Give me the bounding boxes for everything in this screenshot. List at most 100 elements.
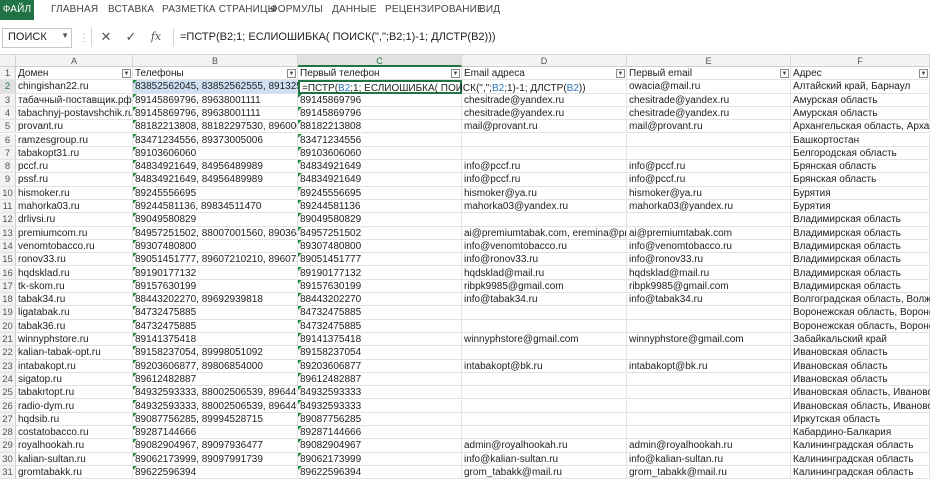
cell-a[interactable]: chingishan22.ru (16, 80, 133, 94)
cell-c[interactable]: 84834921649 (298, 160, 462, 174)
cell-e[interactable]: chesitrade@yandex.ru (627, 106, 791, 121)
cell-d[interactable]: chesitrade@yandex.ru (462, 106, 627, 121)
cell-c[interactable]: 84932593333 (298, 386, 462, 400)
cell-f[interactable]: Владимирская область (791, 239, 930, 254)
cell-a[interactable]: tabachnyj-postavshchik.ru (16, 106, 133, 121)
cell-d[interactable] (462, 133, 627, 147)
cell-e[interactable] (627, 386, 791, 400)
cell-a[interactable]: tabak36.ru (16, 319, 133, 333)
cell-e[interactable]: hismoker@ya.ru (627, 186, 791, 200)
cell-b[interactable]: 89612482887 (133, 372, 298, 387)
cell-f[interactable]: Владимирская область (791, 266, 930, 280)
cell-f[interactable]: Ивановская область (791, 346, 930, 360)
cell-d[interactable]: mail@provant.ru (462, 120, 627, 134)
cell-d[interactable] (462, 319, 627, 333)
cell-e[interactable]: hqdsklad@mail.ru (627, 266, 791, 280)
cell-a[interactable]: pccf.ru (16, 160, 133, 174)
cell-d[interactable]: chesitrade@yandex.ru (462, 93, 627, 107)
insert-function-icon[interactable]: fx (146, 27, 166, 47)
cell-c[interactable]: 89087756285 (298, 412, 462, 427)
ribbon-tab-4[interactable]: РАЗМЕТКА СТРАНИЦЫ (162, 0, 277, 20)
cell-f[interactable]: Калининградская область (791, 466, 930, 480)
cell-d[interactable] (462, 346, 627, 360)
cell-f[interactable]: Ивановская область (791, 359, 930, 373)
cell-c[interactable]: 89145869796 (298, 93, 462, 107)
cell-e[interactable]: ribpk9985@gmail.com (627, 279, 791, 294)
cell-c[interactable]: 89622596394 (298, 466, 462, 480)
cell-a[interactable]: costatobacco.ru (16, 426, 133, 440)
cell-e[interactable] (627, 372, 791, 387)
cell-c[interactable]: 89244581136 (298, 200, 462, 214)
cell-c[interactable]: 84834921649 (298, 173, 462, 187)
ribbon-tab-2[interactable]: ГЛАВНАЯ (51, 0, 98, 20)
cell-f[interactable]: Владимирская область (791, 226, 930, 240)
row-header[interactable]: 16 (0, 266, 16, 280)
select-all-corner[interactable] (0, 55, 16, 67)
cell-e[interactable]: info@tabak34.ru (627, 293, 791, 307)
cell-e[interactable] (627, 146, 791, 161)
row-header[interactable]: 18 (0, 293, 16, 307)
row-header[interactable]: 20 (0, 319, 16, 333)
cell-a[interactable]: provant.ru (16, 120, 133, 134)
header-cell-c[interactable]: Первый телефон ▼ (298, 67, 462, 81)
cell-b[interactable]: 84732475885 (133, 306, 298, 320)
filter-dropdown-icon[interactable]: ▼ (780, 69, 789, 78)
row-header[interactable]: 15 (0, 253, 16, 267)
row-header[interactable]: 10 (0, 186, 16, 200)
cell-d[interactable] (462, 306, 627, 320)
cell-f[interactable]: Волгоградская область, Волжский (791, 293, 930, 307)
row-header[interactable]: 3 (0, 93, 16, 107)
cell-e[interactable]: admin@royalhookah.ru (627, 439, 791, 453)
cancel-icon[interactable]: ✕ (96, 27, 116, 47)
cell-b[interactable]: 83852562045, 83852562555, 89132507589 (133, 80, 330, 94)
row-header[interactable]: 19 (0, 306, 16, 320)
cell-c[interactable]: 84957251502 (298, 226, 462, 240)
column-header-b[interactable]: B (133, 55, 298, 67)
cell-e[interactable] (627, 213, 791, 227)
row-header[interactable]: 11 (0, 200, 16, 214)
cell-b[interactable]: 89203606877, 89806854000 (133, 359, 298, 373)
cell-b[interactable]: 84932593333, 88002506539, 89644975575 (133, 399, 298, 413)
cell-a[interactable]: hismoker.ru (16, 186, 133, 200)
cell-e[interactable]: info@pccf.ru (627, 160, 791, 174)
cell-f[interactable]: Иркутская область (791, 412, 930, 427)
cell-e[interactable]: chesitrade@yandex.ru (627, 93, 791, 107)
column-header-d[interactable]: D (462, 55, 627, 67)
row-header[interactable]: 6 (0, 133, 16, 147)
column-header-c[interactable]: C (298, 55, 462, 67)
cell-b[interactable]: 84834921649, 84956489989 (133, 160, 298, 174)
cell-c[interactable]: 88182213808 (298, 120, 462, 134)
cell-e[interactable]: info@kalian-sultan.ru (627, 452, 791, 466)
cell-a[interactable]: ligatabak.ru (16, 306, 133, 320)
cell-c[interactable]: 89157630199 (298, 279, 462, 294)
cell-b[interactable]: 89141375418 (133, 333, 298, 347)
cell-f[interactable]: Белгородская область (791, 146, 930, 161)
cell-f[interactable]: Бурятия (791, 186, 930, 200)
filter-dropdown-icon[interactable]: ▼ (616, 69, 625, 78)
cell-c[interactable]: 89049580829 (298, 213, 462, 227)
cell-b[interactable]: 89049580829 (133, 213, 298, 227)
name-box[interactable]: ПОИСК ▼ (2, 28, 72, 48)
cell-b[interactable]: 83471234556, 89373005006 (133, 133, 298, 147)
cell-c[interactable]: 89245556695 (298, 186, 462, 200)
cell-d[interactable]: hismoker@ya.ru (462, 186, 627, 200)
cell-d[interactable] (462, 399, 627, 413)
cell-b[interactable]: 89145869796, 89638001111 (133, 93, 298, 107)
cell-a[interactable]: mahorka03.ru (16, 200, 133, 214)
cell-b[interactable]: 89051451777, 89607210210, 89607288886 (133, 253, 298, 267)
cell-a[interactable]: radio-dym.ru (16, 399, 133, 413)
cell-a[interactable]: ronov33.ru (16, 253, 133, 267)
cell-d[interactable]: hqdsklad@mail.ru (462, 266, 627, 280)
cell-d[interactable] (462, 372, 627, 387)
row-header[interactable]: 2 (0, 80, 16, 94)
cell-d[interactable]: info@pccf.ru (462, 160, 627, 174)
cell-b[interactable]: 89307480800 (133, 239, 298, 254)
cell-f[interactable]: Башкортостан (791, 133, 930, 147)
cell-c[interactable]: 89158237054 (298, 346, 462, 360)
cell-a[interactable]: kalian-tabak-opt.ru (16, 346, 133, 360)
cell-b[interactable]: 89158237054, 89998051092 (133, 346, 298, 360)
ribbon-tab-5[interactable]: ФОРМУЛЫ (270, 0, 323, 20)
cell-c[interactable]: 89141375418 (298, 333, 462, 347)
cell-e[interactable] (627, 346, 791, 360)
cell-f[interactable]: Воронежская область, Воронеж (791, 306, 930, 320)
